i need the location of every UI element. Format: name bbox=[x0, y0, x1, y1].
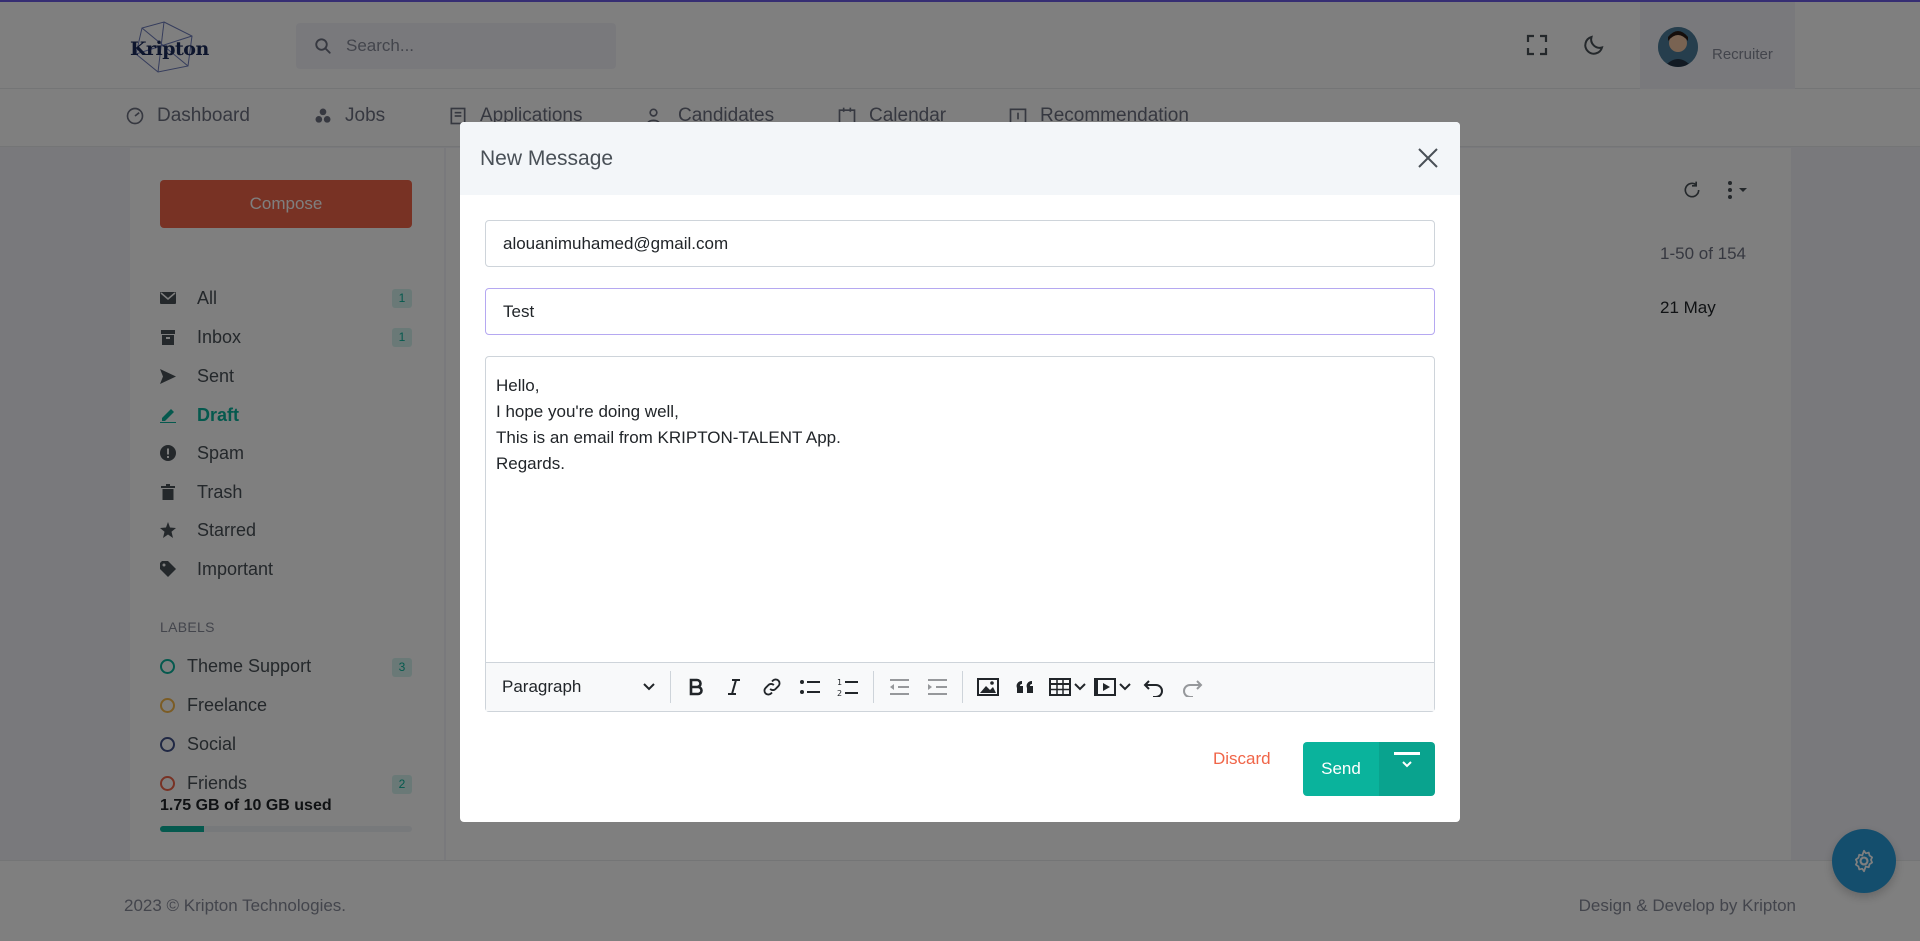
insert-media-button[interactable] bbox=[1090, 669, 1135, 705]
image-icon bbox=[977, 678, 999, 696]
close-icon bbox=[1418, 148, 1438, 168]
outdent-button[interactable] bbox=[880, 669, 918, 705]
table-icon bbox=[1049, 678, 1071, 696]
toolbar-divider bbox=[873, 671, 874, 703]
insert-image-button[interactable] bbox=[969, 669, 1007, 705]
insert-table-button[interactable] bbox=[1045, 669, 1090, 705]
indent-button[interactable] bbox=[918, 669, 956, 705]
numbered-list-button[interactable]: 12 bbox=[829, 669, 867, 705]
block-quote-button[interactable] bbox=[1007, 669, 1045, 705]
redo-button[interactable] bbox=[1173, 669, 1211, 705]
redo-icon bbox=[1183, 680, 1203, 697]
send-button-group: Send bbox=[1303, 742, 1435, 796]
toolbar-divider bbox=[670, 671, 671, 703]
send-options-dropdown[interactable] bbox=[1379, 742, 1435, 796]
format-select-value: Paragraph bbox=[502, 677, 582, 696]
bulleted-list-icon bbox=[800, 680, 820, 694]
undo-button[interactable] bbox=[1135, 669, 1173, 705]
send-button[interactable]: Send bbox=[1303, 742, 1379, 796]
media-icon bbox=[1094, 678, 1116, 696]
bulleted-list-button[interactable] bbox=[791, 669, 829, 705]
link-button[interactable] bbox=[753, 669, 791, 705]
link-icon bbox=[763, 678, 781, 696]
quote-icon bbox=[1016, 680, 1033, 693]
svg-text:2: 2 bbox=[837, 689, 842, 698]
paragraph-format-select[interactable]: Paragraph bbox=[494, 669, 664, 705]
message-editor[interactable]: Hello, I hope you're doing well, This is… bbox=[485, 356, 1435, 712]
body-line: This is an email from KRIPTON-TALENT App… bbox=[496, 428, 841, 447]
indent-icon bbox=[928, 679, 947, 695]
editor-toolbar: Paragraph 12 bbox=[486, 662, 1434, 711]
undo-icon bbox=[1143, 680, 1163, 697]
body-line: I hope you're doing well, bbox=[496, 402, 679, 421]
outdent-icon bbox=[890, 679, 909, 695]
body-line: Regards. bbox=[496, 454, 565, 473]
bold-icon bbox=[689, 678, 703, 696]
new-message-modal: New Message Hello, I hope you're doing w… bbox=[460, 122, 1460, 822]
bold-button[interactable] bbox=[677, 669, 715, 705]
editor-body[interactable]: Hello, I hope you're doing well, This is… bbox=[496, 373, 1424, 477]
body-line: Hello, bbox=[496, 376, 540, 395]
numbered-list-icon: 12 bbox=[837, 678, 858, 698]
chevron-down-icon bbox=[643, 683, 655, 691]
modal-title: New Message bbox=[480, 146, 614, 170]
send-options-icon bbox=[1394, 752, 1420, 768]
discard-button[interactable]: Discard bbox=[1213, 749, 1271, 769]
chevron-down-icon bbox=[1074, 683, 1086, 691]
modal-header: New Message bbox=[460, 122, 1460, 195]
italic-icon bbox=[728, 679, 740, 695]
to-field[interactable] bbox=[485, 220, 1435, 267]
close-button[interactable] bbox=[1414, 144, 1442, 172]
chevron-down-icon bbox=[1119, 683, 1131, 691]
subject-field[interactable] bbox=[485, 288, 1435, 335]
svg-text:1: 1 bbox=[837, 678, 842, 687]
toolbar-divider bbox=[962, 671, 963, 703]
italic-button[interactable] bbox=[715, 669, 753, 705]
